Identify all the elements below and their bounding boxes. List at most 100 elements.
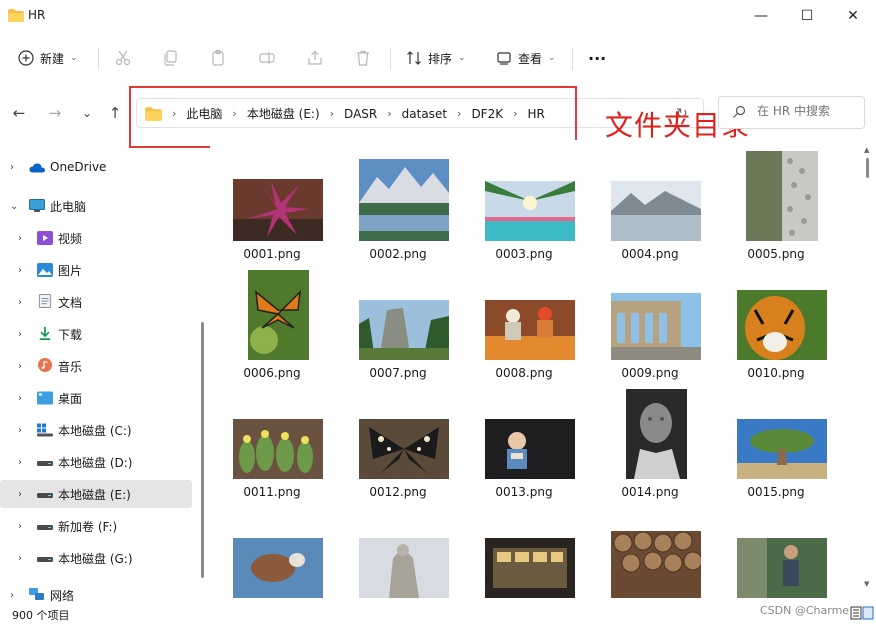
- view-label: 查看: [518, 51, 543, 66]
- content-scrollbar[interactable]: ▲ ▼: [864, 146, 871, 590]
- sidebar-item-music[interactable]: › 音乐: [0, 352, 192, 380]
- sidebar-item-downloads[interactable]: › 下载: [0, 320, 192, 348]
- file-item[interactable]: 0007.png: [336, 269, 460, 387]
- chevron-right-icon[interactable]: ›: [10, 162, 14, 173]
- scroll-up-icon[interactable]: ▲: [864, 146, 869, 154]
- chevron-right-icon[interactable]: ›: [10, 590, 14, 601]
- chevron-right-icon[interactable]: ›: [18, 233, 22, 244]
- close-button[interactable]: ✕: [830, 0, 876, 32]
- search-box[interactable]: [718, 96, 865, 129]
- file-name: 0005.png: [747, 247, 805, 261]
- maximize-button[interactable]: ☐: [784, 0, 830, 32]
- music-icon: [38, 358, 52, 372]
- copy-button[interactable]: [162, 44, 180, 72]
- chevron-right-icon[interactable]: ›: [18, 457, 22, 468]
- more-button[interactable]: ···: [588, 44, 606, 72]
- file-item[interactable]: 0011.png: [210, 388, 334, 506]
- drive-icon: [37, 493, 53, 498]
- file-item[interactable]: [336, 507, 460, 604]
- cut-icon: [115, 50, 131, 66]
- view-toggle-icon[interactable]: [850, 604, 874, 622]
- minimize-button[interactable]: —: [738, 0, 784, 32]
- image-thumbnail: [233, 179, 323, 241]
- file-item[interactable]: 0005.png: [714, 150, 838, 268]
- sidebar-item-onedrive[interactable]: › OneDrive: [0, 153, 192, 181]
- forward-button[interactable]: →: [44, 103, 66, 123]
- search-input[interactable]: [757, 104, 861, 118]
- file-item[interactable]: 0008.png: [462, 269, 586, 387]
- file-name: 0006.png: [243, 366, 301, 380]
- sort-icon: [407, 51, 421, 65]
- sidebar-scrollbar[interactable]: [201, 322, 204, 578]
- file-item[interactable]: 0001.png: [210, 150, 334, 268]
- chevron-down-icon[interactable]: ⌄: [10, 201, 18, 212]
- file-item[interactable]: 0004.png: [588, 150, 712, 268]
- sort-button[interactable]: 排序 ⌄: [406, 44, 466, 72]
- share-button[interactable]: [306, 44, 324, 72]
- chevron-right-icon[interactable]: ›: [18, 393, 22, 404]
- title-bar: HR — ☐ ✕: [0, 0, 876, 32]
- chevron-right-icon[interactable]: ›: [18, 521, 22, 532]
- scrollbar-thumb[interactable]: [866, 158, 869, 178]
- trash-icon: [357, 50, 369, 66]
- sidebar-item-drive-c[interactable]: › 本地磁盘 (C:): [0, 416, 192, 444]
- sidebar-item-desktop[interactable]: › 桌面: [0, 384, 192, 412]
- view-button[interactable]: 查看 ⌄: [496, 44, 556, 72]
- cut-button[interactable]: [114, 44, 132, 72]
- file-item[interactable]: [714, 507, 838, 604]
- sidebar-item-videos[interactable]: › 视频: [0, 224, 192, 252]
- file-item[interactable]: 0009.png: [588, 269, 712, 387]
- image-thumbnail: [737, 419, 827, 479]
- sidebar-item-drive-f[interactable]: › 新加卷 (F:): [0, 512, 192, 540]
- file-item[interactable]: [210, 507, 334, 604]
- chevron-right-icon[interactable]: ›: [18, 297, 22, 308]
- sidebar-item-drive-g[interactable]: › 本地磁盘 (G:): [0, 544, 192, 572]
- documents-icon: [38, 294, 52, 308]
- chevron-right-icon[interactable]: ›: [18, 489, 22, 500]
- sidebar-item-pictures[interactable]: › 图片: [0, 256, 192, 284]
- file-item[interactable]: 0014.png: [588, 388, 712, 506]
- sidebar-item-documents[interactable]: › 文档: [0, 288, 192, 316]
- recent-locations-button[interactable]: ⌄: [76, 103, 98, 123]
- scroll-down-icon[interactable]: ▼: [864, 580, 869, 588]
- chevron-right-icon[interactable]: ›: [18, 425, 22, 436]
- delete-button[interactable]: [354, 44, 372, 72]
- sidebar-item-label: 本地磁盘 (D:): [58, 455, 133, 470]
- back-button[interactable]: ←: [8, 103, 30, 123]
- file-item[interactable]: 0013.png: [462, 388, 586, 506]
- new-button[interactable]: 新建 ⌄: [18, 44, 78, 72]
- file-item[interactable]: [462, 507, 586, 604]
- maximize-icon: ☐: [800, 8, 814, 24]
- close-icon: ✕: [847, 8, 859, 24]
- file-item[interactable]: 0003.png: [462, 150, 586, 268]
- search-icon: [733, 105, 746, 118]
- rename-button[interactable]: [258, 44, 276, 72]
- file-item[interactable]: 0012.png: [336, 388, 460, 506]
- file-item[interactable]: 0006.png: [210, 269, 334, 387]
- up-button[interactable]: ↑: [104, 103, 126, 123]
- windows-drive-icon: [37, 423, 53, 437]
- image-thumbnail: [611, 181, 701, 241]
- chevron-right-icon[interactable]: ›: [18, 265, 22, 276]
- chevron-right-icon[interactable]: ›: [18, 329, 22, 340]
- pictures-icon: [37, 263, 53, 277]
- sidebar-item-drive-e[interactable]: › 本地磁盘 (E:): [0, 480, 192, 508]
- sidebar-item-label: 本地磁盘 (E:): [58, 487, 131, 502]
- file-name: 0008.png: [495, 366, 553, 380]
- image-thumbnail: [611, 531, 701, 598]
- drive-icon: [37, 525, 53, 530]
- drive-icon: [37, 557, 53, 562]
- file-item[interactable]: 0015.png: [714, 388, 838, 506]
- paste-button[interactable]: [210, 44, 228, 72]
- sidebar-item-network[interactable]: › 网络: [0, 584, 192, 606]
- chevron-right-icon[interactable]: ›: [18, 361, 22, 372]
- chevron-right-icon[interactable]: ›: [18, 553, 22, 564]
- sidebar-item-this-pc[interactable]: ⌄ 此电脑: [0, 192, 192, 220]
- rename-icon: [259, 52, 275, 64]
- file-name: 0004.png: [621, 247, 679, 261]
- file-item[interactable]: 0002.png: [336, 150, 460, 268]
- file-item[interactable]: [588, 507, 712, 604]
- sidebar-item-drive-d[interactable]: › 本地磁盘 (D:): [0, 448, 192, 476]
- file-item[interactable]: 0010.png: [714, 269, 838, 387]
- file-name: 0003.png: [495, 247, 553, 261]
